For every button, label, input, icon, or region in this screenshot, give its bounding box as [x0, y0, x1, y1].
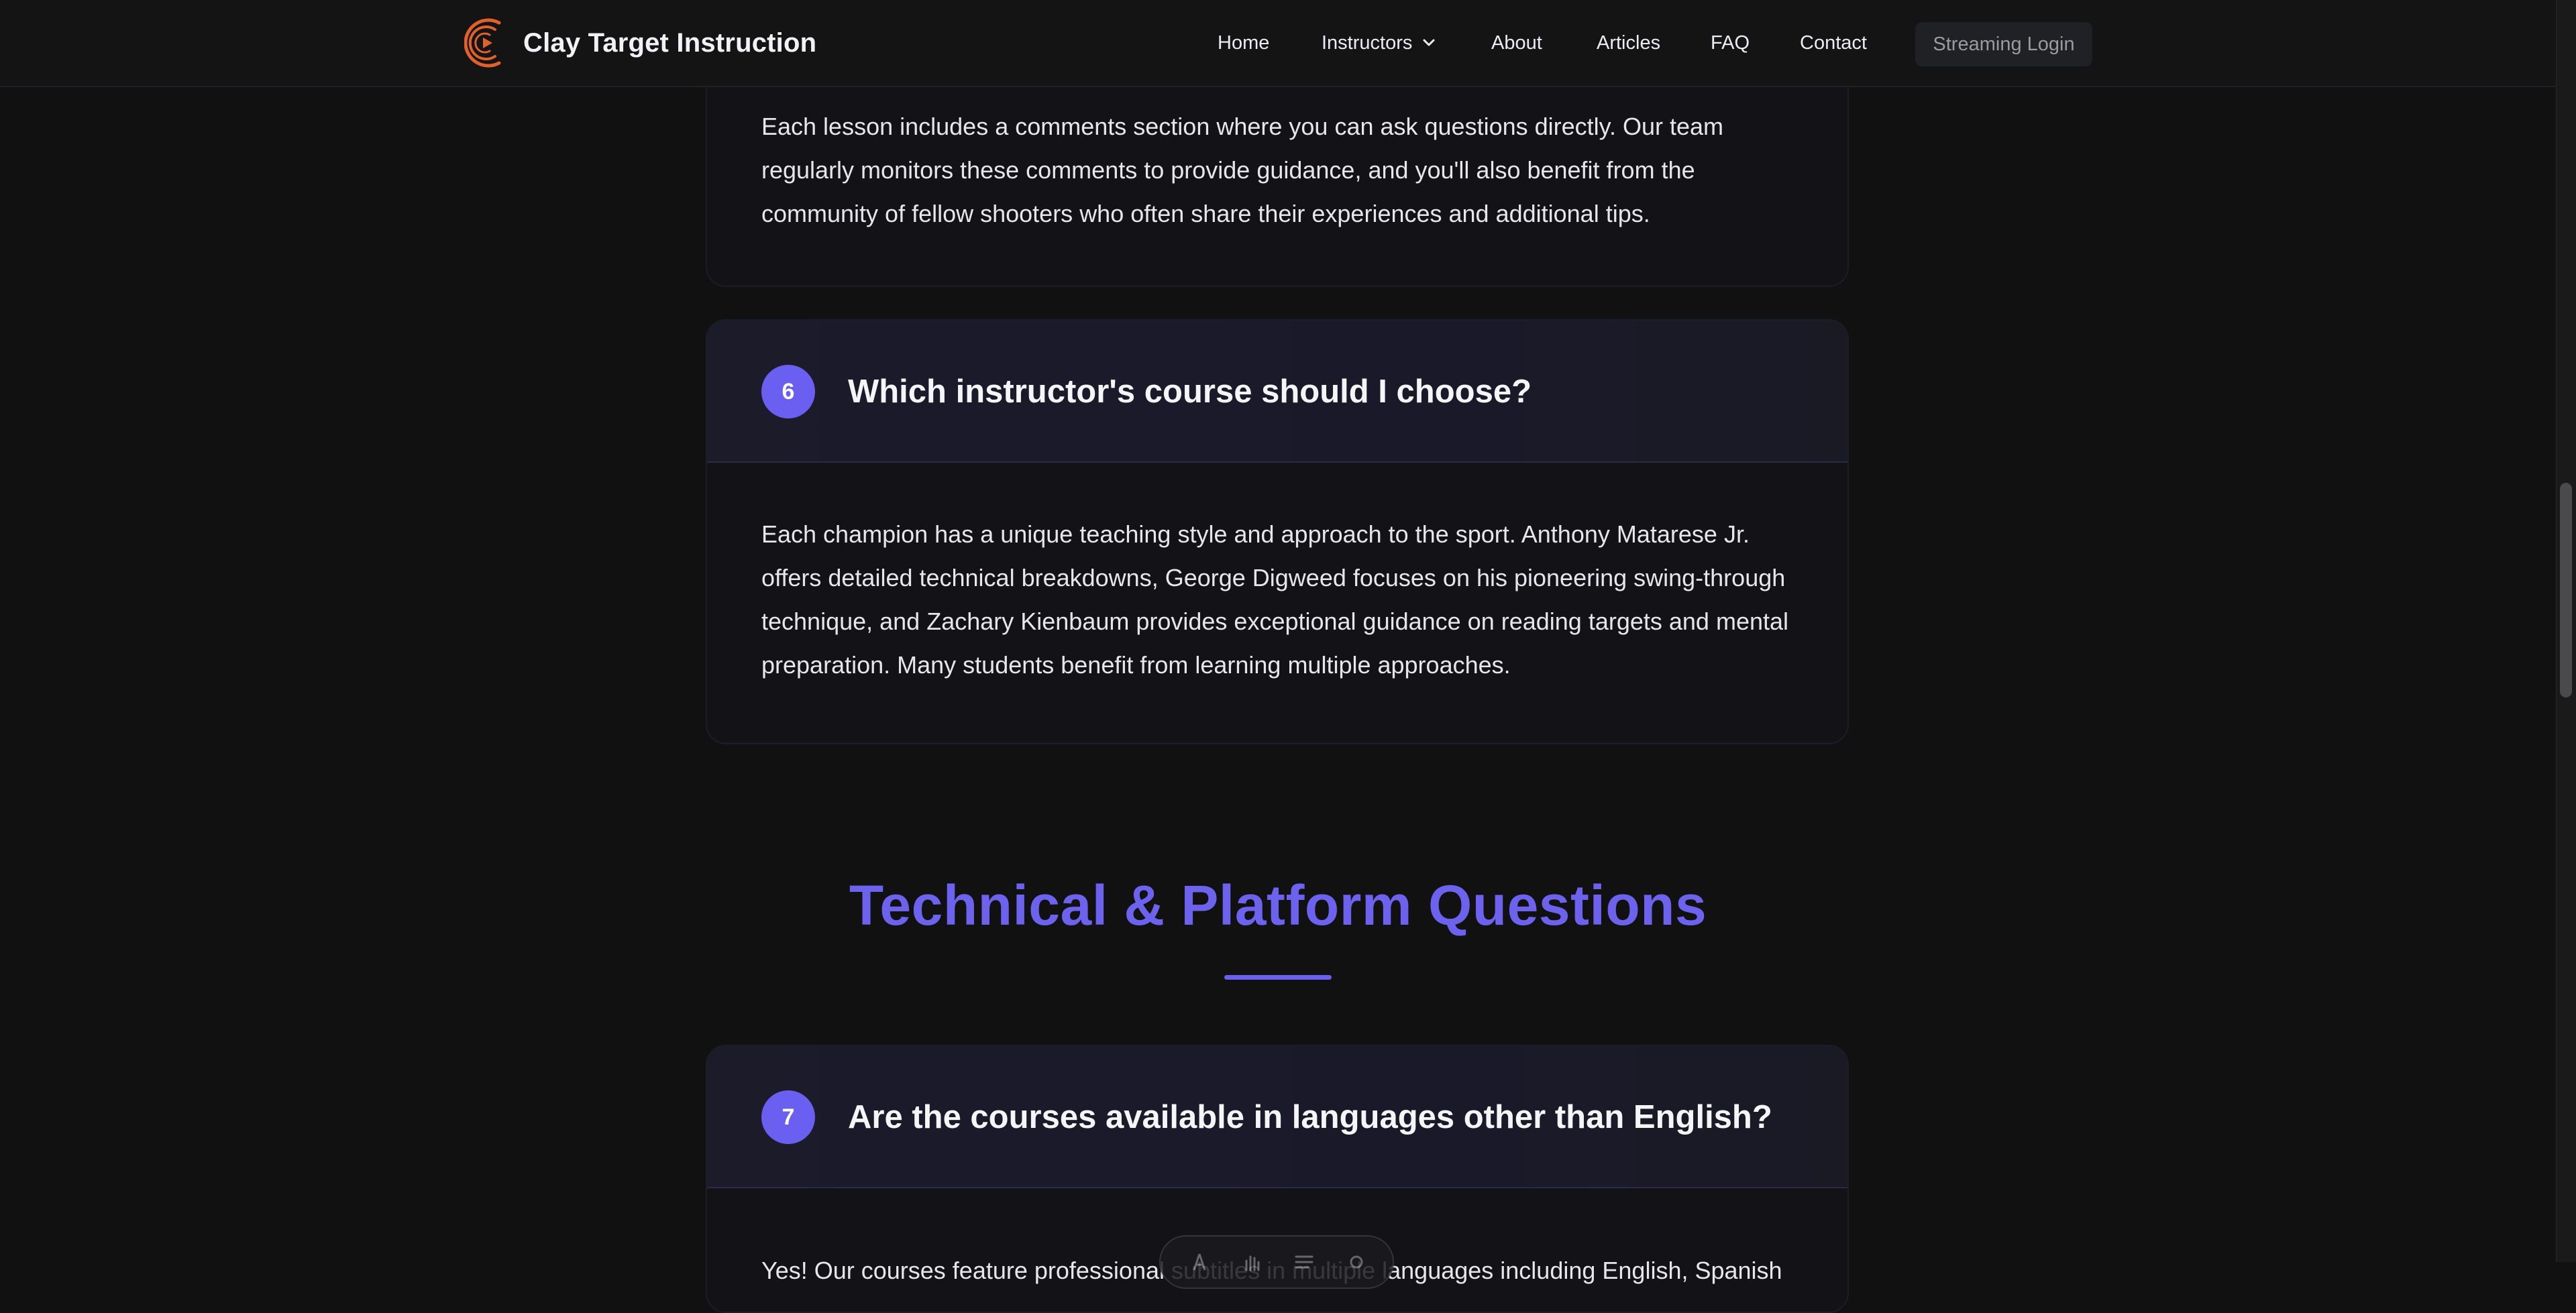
nav-home-link[interactable]: Home	[1218, 32, 1269, 54]
nav-contact[interactable]: Contact	[1800, 0, 1867, 86]
question-number-badge: 6	[761, 365, 815, 418]
list-tool-icon[interactable]	[1292, 1250, 1316, 1274]
streaming-login-button[interactable]: Streaming Login	[1915, 22, 2092, 66]
scrollbar-thumb[interactable]	[2560, 483, 2572, 697]
faq-question-header[interactable]: 7 Are the courses available in languages…	[707, 1046, 1847, 1188]
nav-articles-link[interactable]: Articles	[1597, 32, 1660, 54]
brand-logo-icon	[464, 18, 501, 68]
nav-about[interactable]: About	[1491, 0, 1542, 86]
hand-tool-icon[interactable]	[1240, 1250, 1264, 1274]
nav-faq[interactable]: FAQ	[1711, 0, 1750, 86]
chevron-down-icon	[1423, 39, 1435, 46]
faq-answer-previous: Each lesson includes a comments section …	[761, 105, 1808, 235]
nav-home[interactable]: Home	[1218, 0, 1269, 86]
nav-contact-link[interactable]: Contact	[1800, 32, 1867, 54]
faq-card-6: 6 Which instructor's course should I cho…	[706, 319, 1849, 744]
faq-question-header[interactable]: 6 Which instructor's course should I cho…	[707, 321, 1847, 463]
nav-instructors-link[interactable]: Instructors	[1322, 32, 1412, 54]
section-divider	[1224, 975, 1332, 980]
nav-instructors[interactable]: Instructors	[1322, 0, 1436, 86]
section-title: Technical & Platform Questions	[849, 874, 1707, 937]
faq-answer-text: Each champion has a unique teaching styl…	[761, 520, 1789, 679]
brand-name: Clay Target Instruction	[523, 27, 817, 58]
settings-tool-icon[interactable]	[1344, 1250, 1368, 1274]
nav-articles[interactable]: Articles	[1597, 0, 1660, 86]
nav-faq-link[interactable]: FAQ	[1711, 32, 1750, 54]
faq-question-text: Which instructor's course should I choos…	[848, 374, 1532, 410]
faq-answer: Each champion has a unique teaching styl…	[761, 512, 1808, 687]
floating-toolbar	[1159, 1235, 1394, 1289]
question-number-badge: 7	[761, 1090, 815, 1144]
faq-answer-text: Each lesson includes a comments section …	[761, 113, 1724, 227]
faq-question-text: Are the courses available in languages o…	[848, 1099, 1772, 1135]
brand-link[interactable]: Clay Target Instruction	[464, 13, 816, 72]
site-header: Clay Target Instruction Home Instructors…	[0, 0, 2556, 87]
text-tool-icon[interactable]	[1187, 1250, 1212, 1274]
nav-about-link[interactable]: About	[1491, 32, 1542, 54]
